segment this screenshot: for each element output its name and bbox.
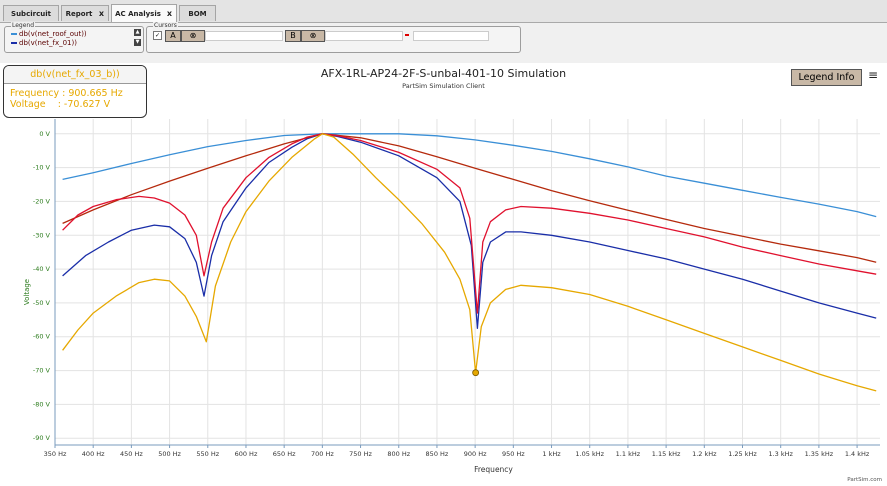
cursor-a-value-field[interactable]	[205, 31, 283, 41]
legend-item-label: db(v(net_fx_01))	[19, 39, 77, 47]
y-tick-label: 0 V	[39, 130, 50, 138]
chart-area: 350 Hz 400 Hz 450 Hz 500 Hz 550 Hz 600 Hz 650 …	[0, 63, 887, 486]
y-axis-label: Voltage	[23, 279, 31, 305]
target-icon: ⊗	[189, 31, 197, 40]
cursor-b-target-button[interactable]: ⊗	[301, 30, 325, 42]
cursor-readout-tooltip: db(v(net_fx_03_b)) Frequency : 900.665 H…	[3, 65, 147, 118]
y-tick-label: -90 V	[33, 434, 51, 442]
brand-credit: PartSim.com	[847, 477, 882, 483]
cursor-a-target-button[interactable]: ⊗	[181, 30, 205, 42]
tab-subcircuit[interactable]: Subcircuit	[3, 5, 59, 21]
scroll-up-icon[interactable]: ▲	[134, 29, 141, 36]
menu-icon[interactable]: ≡	[868, 69, 879, 81]
legend-info-button[interactable]: Legend Info	[791, 69, 862, 86]
readout-series: db(v(net_fx_03_b))	[4, 66, 146, 84]
x-tick-label: 600 Hz	[235, 450, 258, 458]
x-axis-label: Frequency	[474, 465, 513, 474]
x-tick-label: 950 Hz	[502, 450, 525, 458]
x-tick-label: 800 Hz	[387, 450, 410, 458]
y-tick-label: -10 V	[33, 164, 51, 172]
tab-ac-analysis[interactable]: AC Analysis x	[111, 4, 177, 22]
legend-item[interactable]: db(v(net_roof_out))	[11, 30, 87, 38]
x-tick-label: 850 Hz	[426, 450, 449, 458]
cursors-panel: Cursors ✓ A ⊗ B ⊗	[146, 22, 521, 53]
x-tick-label: 650 Hz	[273, 450, 296, 458]
x-tick-label: 1.4 kHz	[845, 450, 870, 458]
target-icon: ⊗	[309, 31, 317, 40]
readout-frequency: Frequency : 900.665 Hz	[10, 88, 123, 99]
x-tick-label: 400 Hz	[82, 450, 105, 458]
cursors-panel-title: Cursors	[153, 22, 178, 30]
legend-swatch	[11, 33, 17, 35]
y-tick-label: -70 V	[33, 367, 51, 375]
legend-panel: Legend db(v(net_roof_out)) db(v(net_fx_0…	[4, 22, 144, 53]
x-tick-label: 700 Hz	[311, 450, 334, 458]
x-tick-label: 550 Hz	[196, 450, 219, 458]
y-tick-label: -60 V	[33, 333, 51, 341]
x-tick-label: 1.15 kHz	[652, 450, 681, 458]
x-tick-label: 1.3 kHz	[768, 450, 793, 458]
close-icon[interactable]: x	[99, 6, 104, 22]
tab-label: Report	[65, 10, 93, 18]
x-tick-label: 1.2 kHz	[692, 450, 717, 458]
scroll-down-icon[interactable]: ▼	[134, 39, 141, 46]
y-tick-label: -20 V	[33, 197, 51, 205]
legend-panel-title: Legend	[11, 22, 36, 30]
x-tick-label: 350 Hz	[44, 450, 67, 458]
cursor-a-label: A	[170, 31, 176, 40]
cursors-checkbox[interactable]: ✓	[153, 31, 162, 40]
cursor-marker[interactable]	[472, 369, 480, 377]
delta-marker-icon	[405, 34, 409, 36]
cursor-delta-field[interactable]	[413, 31, 489, 41]
x-tick-label: 1.1 kHz	[616, 450, 641, 458]
y-tick-label: -40 V	[33, 265, 51, 273]
close-icon[interactable]: x	[167, 5, 172, 23]
x-tick-label: 1 kHz	[542, 450, 561, 458]
plot-svg[interactable]: 350 Hz 400 Hz 450 Hz 500 Hz 550 Hz 600 Hz 650 …	[0, 63, 887, 486]
tab-label: AC Analysis	[115, 10, 161, 18]
x-tick-label: 1.35 kHz	[805, 450, 834, 458]
y-tick-label: -30 V	[33, 231, 51, 239]
x-tick-label: 900 Hz	[464, 450, 487, 458]
legend-item[interactable]: db(v(net_fx_01))	[11, 39, 77, 47]
cursor-a-button[interactable]: A	[165, 30, 181, 42]
cursor-b-value-field[interactable]	[325, 31, 403, 41]
tab-bar: Subcircuit Report x AC Analysis x BOM	[0, 0, 887, 23]
readout-voltage: Voltage : -70.627 V	[10, 99, 111, 110]
tab-label: BOM	[188, 10, 207, 18]
x-tick-label: 1.05 kHz	[575, 450, 604, 458]
tab-bom[interactable]: BOM	[179, 5, 216, 21]
tab-report[interactable]: Report x	[61, 5, 109, 21]
y-tick-label: -50 V	[33, 299, 51, 307]
legend-swatch	[11, 42, 17, 44]
x-tick-label: 1.25 kHz	[728, 450, 757, 458]
x-tick-label: 500 Hz	[158, 450, 181, 458]
cursor-b-label: B	[290, 31, 296, 40]
x-tick-label: 750 Hz	[349, 450, 372, 458]
legend-item-label: db(v(net_roof_out))	[19, 30, 87, 38]
x-tick-label: 450 Hz	[120, 450, 143, 458]
tab-label: Subcircuit	[11, 10, 51, 18]
cursor-b-button[interactable]: B	[285, 30, 301, 42]
y-tick-label: -80 V	[33, 400, 51, 408]
